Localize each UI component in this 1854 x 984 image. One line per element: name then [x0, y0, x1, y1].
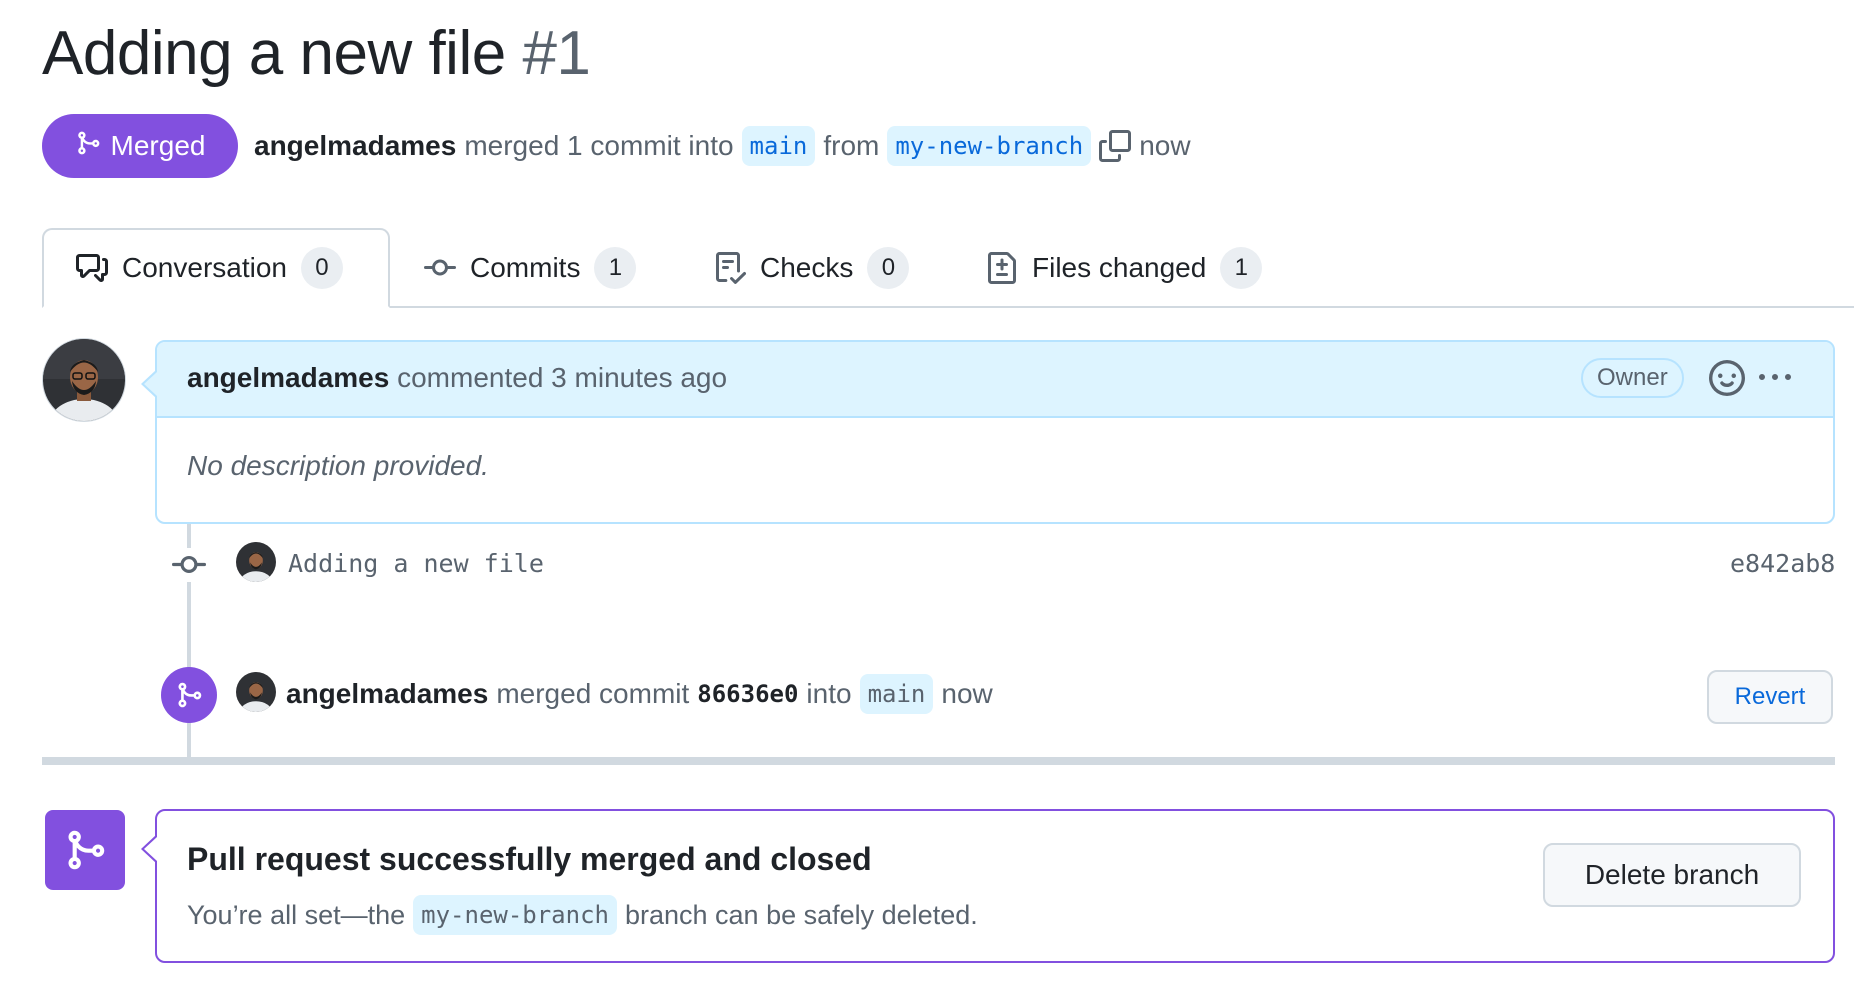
- git-merge-icon: [63, 828, 107, 872]
- merged-desc-prefix: You’re all set—the: [187, 899, 406, 930]
- tab-checks[interactable]: Checks 0: [714, 228, 910, 308]
- comment-action[interactable]: commented 3 minutes ago: [397, 362, 727, 393]
- comment-header: angelmadames commented 3 minutes ago Own…: [157, 342, 1833, 418]
- copy-icon[interactable]: [1099, 130, 1132, 162]
- merged-status-icon-box: [45, 810, 125, 890]
- tab-files-changed[interactable]: Files changed 1: [986, 228, 1263, 308]
- revert-button[interactable]: Revert: [1707, 670, 1833, 724]
- merged-pointer-fill: [144, 837, 157, 861]
- merge-base-branch[interactable]: main: [859, 674, 934, 714]
- comment-discussion-icon: [76, 252, 108, 284]
- tab-commits[interactable]: Commits 1: [424, 228, 637, 308]
- avatar[interactable]: [236, 542, 276, 582]
- checklist-icon: [714, 252, 746, 284]
- tab-label: Files changed: [1032, 252, 1207, 283]
- comment-body: No description provided.: [187, 450, 489, 481]
- comment-byline: angelmadames commented 3 minutes ago: [187, 362, 727, 394]
- merge-author-link[interactable]: angelmadames: [286, 678, 488, 710]
- smiley-icon[interactable]: [1709, 360, 1745, 396]
- merge-event-badge: [161, 667, 217, 723]
- kebab-horizontal-icon[interactable]: [1757, 362, 1793, 394]
- state-label: Merged: [110, 130, 206, 161]
- git-commit-icon: [424, 252, 456, 284]
- merge-event-text: angelmadames merged commit 86636e0 into …: [286, 674, 993, 714]
- pr-author-link[interactable]: angelmadames: [254, 130, 456, 162]
- avatar[interactable]: [236, 672, 276, 712]
- pr-title-text: Adding a new file: [42, 19, 506, 88]
- merge-commit-link[interactable]: 86636e0: [697, 680, 798, 708]
- tab-counter: 1: [594, 247, 637, 289]
- comment-author-link[interactable]: angelmadames: [187, 362, 389, 393]
- git-merge-icon: [175, 681, 203, 709]
- merge-text: merged 1 commit into: [464, 130, 734, 161]
- merged-title: Pull request successfully merged and clo…: [187, 841, 872, 877]
- avatar[interactable]: [42, 338, 126, 422]
- comment-pointer-fill: [144, 372, 157, 396]
- pr-number: #1: [522, 19, 591, 88]
- head-branch[interactable]: my-new-branch: [887, 126, 1092, 166]
- commit-sha-link[interactable]: e842ab8: [1730, 549, 1835, 578]
- git-merge-icon: [75, 128, 101, 165]
- merged-branch[interactable]: my-new-branch: [413, 895, 617, 935]
- owner-badge: Owner: [1581, 358, 1684, 398]
- file-diff-icon: [986, 252, 1018, 284]
- merged-state-badge: Merged: [42, 114, 238, 178]
- delete-branch-button[interactable]: Delete branch: [1543, 843, 1801, 907]
- pr-meta: angelmadames merged 1 commit into main f…: [254, 126, 1191, 166]
- from-text: from: [823, 130, 880, 161]
- base-branch[interactable]: main: [741, 126, 816, 166]
- merge-event-text2: into: [806, 678, 852, 709]
- git-commit-icon: [172, 548, 206, 582]
- merged-desc-suffix: branch can be safely deleted.: [624, 899, 978, 930]
- tab-counter: 0: [300, 247, 343, 289]
- tab-label: Checks: [760, 252, 854, 283]
- pr-time: now: [1139, 130, 1191, 161]
- tab-counter: 1: [1220, 247, 1263, 289]
- merge-event-text1: merged commit: [496, 678, 690, 709]
- merge-time[interactable]: now: [941, 678, 992, 710]
- tab-label: Conversation: [122, 252, 287, 283]
- tab-conversation[interactable]: Conversation 0: [42, 228, 390, 308]
- merged-description: You’re all set—the my-new-branch branch …: [187, 895, 978, 935]
- commit-message-link[interactable]: Adding a new file: [288, 549, 544, 578]
- timeline-divider: [42, 757, 1835, 765]
- pr-title: Adding a new file #1: [42, 18, 591, 89]
- tab-counter: 0: [867, 247, 910, 289]
- comment-card: angelmadames commented 3 minutes ago Own…: [155, 340, 1835, 524]
- tab-label: Commits: [470, 252, 581, 283]
